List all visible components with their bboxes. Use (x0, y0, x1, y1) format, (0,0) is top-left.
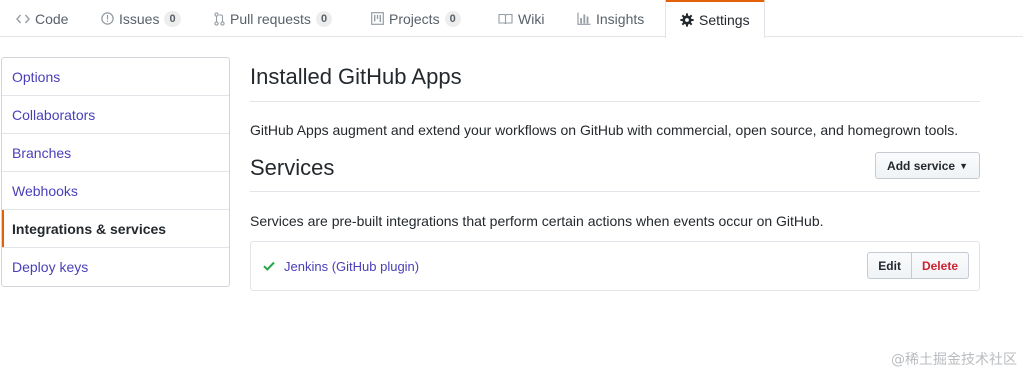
sidebar-item-integrations-services[interactable]: Integrations & services (2, 210, 229, 248)
tab-label: Pull requests (230, 10, 311, 27)
tab-projects[interactable]: Projects 0 (371, 0, 461, 37)
issues-counter: 0 (164, 10, 181, 27)
settings-sidebar-menu: Options Collaborators Branches Webhooks … (1, 57, 230, 287)
sidebar-item-webhooks[interactable]: Webhooks (2, 172, 229, 210)
projects-counter: 0 (444, 10, 461, 27)
edit-service-button[interactable]: Edit (867, 252, 912, 279)
add-service-label: Add service (887, 158, 956, 173)
sidebar-item-options[interactable]: Options (2, 58, 229, 96)
book-icon (498, 13, 513, 25)
gear-icon (680, 13, 694, 27)
tab-label: Issues (119, 10, 160, 27)
service-actions: Edit Delete (867, 252, 969, 279)
sidebar-item-branches[interactable]: Branches (2, 134, 229, 172)
project-icon (371, 12, 384, 25)
apps-subhead: Installed GitHub Apps (250, 57, 980, 102)
tab-settings[interactable]: Settings (665, 0, 765, 38)
tab-pull-requests[interactable]: Pull requests 0 (214, 0, 333, 37)
pulls-counter: 0 (315, 10, 333, 27)
service-list-item: Jenkins (GitHub plugin) Edit Delete (250, 241, 980, 291)
settings-main: Installed GitHub Apps GitHub Apps augmen… (250, 57, 980, 291)
apps-description: GitHub Apps augment and extend your work… (250, 122, 959, 138)
services-description: Services are pre-built integrations that… (250, 213, 824, 229)
apps-heading: Installed GitHub Apps (250, 64, 462, 89)
sidebar-item-collaborators[interactable]: Collaborators (2, 96, 229, 134)
tab-wiki[interactable]: Wiki (498, 0, 544, 37)
caret-down-icon: ▼ (959, 160, 968, 171)
delete-service-button[interactable]: Delete (911, 252, 969, 279)
services-heading: Services (250, 155, 335, 180)
tab-issues[interactable]: Issues 0 (101, 0, 181, 37)
tab-label: Wiki (518, 10, 545, 27)
tab-code[interactable]: Code (16, 0, 68, 37)
issue-opened-icon (101, 12, 114, 25)
add-service-button[interactable]: Add service ▼ (875, 152, 980, 179)
git-pull-request-icon (214, 11, 225, 26)
graph-icon (577, 12, 591, 25)
tab-label: Settings (699, 12, 750, 28)
tab-label: Code (35, 10, 69, 27)
tab-label: Projects (389, 10, 440, 27)
tab-label: Insights (596, 10, 645, 27)
code-icon (16, 13, 30, 25)
repo-nav-tabs: Code Issues 0 Pull requests 0 Projects 0… (0, 0, 1023, 38)
service-name-link[interactable]: Jenkins (GitHub plugin) (284, 259, 419, 274)
check-icon (263, 261, 275, 271)
sidebar-item-deploy-keys[interactable]: Deploy keys (2, 248, 229, 286)
tab-insights[interactable]: Insights (577, 0, 644, 37)
services-subhead: Services Add service ▼ (250, 151, 980, 192)
watermark: @稀土掘金技术社区 (891, 352, 1017, 368)
